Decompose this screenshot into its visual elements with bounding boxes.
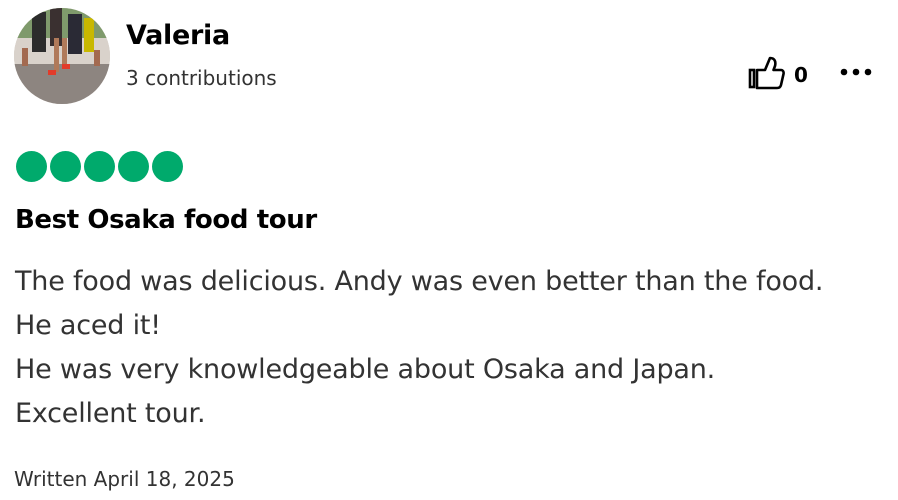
user-name[interactable]: Valeria <box>126 20 230 51</box>
rating-bubble <box>118 151 149 182</box>
contributions-count: 3 contributions <box>126 66 277 90</box>
rating-bubble <box>152 151 183 182</box>
rating-bubbles <box>16 151 183 182</box>
helpful-count: 0 <box>794 63 808 87</box>
more-options-button[interactable] <box>836 56 876 88</box>
review-title[interactable]: Best Osaka food tour <box>15 205 317 235</box>
rating-bubble <box>16 151 47 182</box>
more-options-icon <box>840 68 872 76</box>
review-text-line: He was very knowledgeable about Osaka an… <box>15 354 716 385</box>
helpful-vote-button[interactable]: 0 <box>748 55 808 95</box>
review-body: The food was delicious. Andy was even be… <box>15 260 823 436</box>
user-avatar[interactable] <box>14 8 110 104</box>
rating-bubble <box>50 151 81 182</box>
review-text-line: He aced it! <box>15 310 161 341</box>
written-date: Written April 18, 2025 <box>14 467 235 491</box>
rating-bubble <box>84 151 115 182</box>
review-text-line: Excellent tour. <box>15 398 206 429</box>
review-text-line: The food was delicious. Andy was even be… <box>15 266 824 297</box>
thumbs-up-icon <box>748 55 786 95</box>
